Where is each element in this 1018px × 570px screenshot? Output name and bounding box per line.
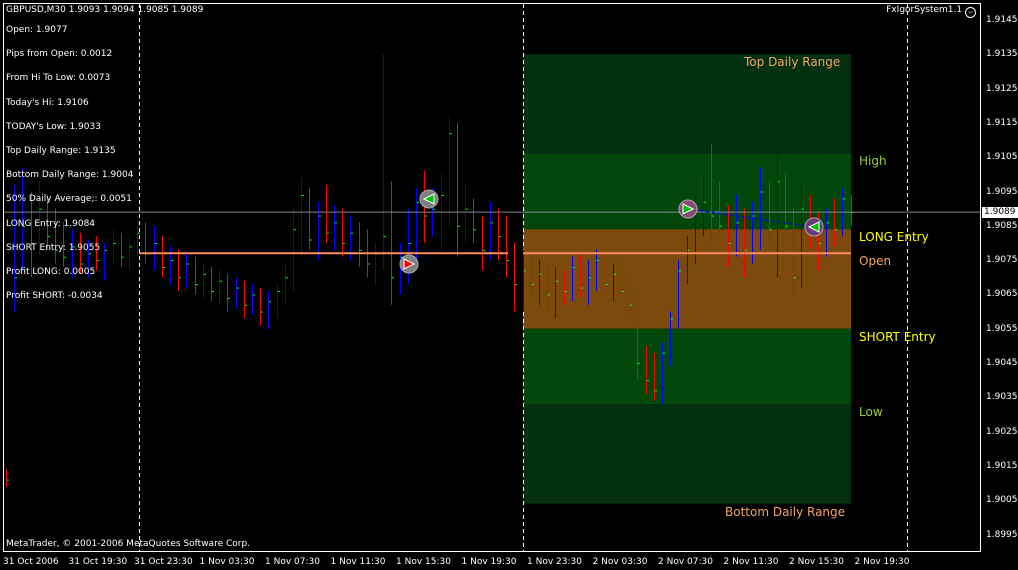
time-tick: 1 Nov 03:30	[199, 557, 255, 567]
time-tick: 31 Oct 2006	[3, 557, 59, 567]
right-arrow-signal-icon[interactable]	[678, 199, 698, 219]
time-tick: 2 Nov 07:30	[658, 557, 713, 567]
indicator-name: FxIgorSystem1.1 ⌣	[886, 5, 976, 18]
price-tick: 1.9115	[986, 117, 1018, 128]
price-tick: 1.9085	[986, 220, 1018, 231]
price-tick: 1.9025	[986, 426, 1018, 437]
zone-label-high: High	[859, 154, 887, 168]
info-line: Pips from Open: 0.0012	[6, 49, 113, 60]
smiley-icon: ⌣	[965, 7, 976, 18]
time-tick: 2 Nov 15:30	[789, 557, 844, 567]
info-line: Top Daily Range: 1.9135	[6, 146, 116, 156]
right-arrow-signal-icon[interactable]	[399, 254, 419, 274]
price-tick: 1.9135	[986, 49, 1018, 60]
zone-label-bottom: Bottom Daily Range	[725, 505, 846, 519]
price-tick: 1.9145	[986, 15, 1018, 25]
time-tick: 31 Oct 19:30	[68, 557, 128, 567]
zone-label-top: Top Daily Range	[744, 55, 841, 69]
price-tick: 1.9105	[986, 152, 1018, 163]
time-tick: 1 Nov 19:30	[461, 557, 517, 567]
zone-bottom	[523, 404, 851, 504]
price-tick: 1.9015	[986, 460, 1018, 471]
info-line: Profit LONG: 0.0005	[6, 267, 96, 277]
zone-label-long: LONG Entry	[859, 230, 929, 244]
info-line: Bottom Daily Range: 1.9004	[6, 170, 134, 181]
price-tick: 1.9065	[986, 289, 1018, 300]
price-tick: 1.9035	[986, 392, 1018, 403]
time-tick: 2 Nov 11:30	[723, 557, 779, 567]
info-line: Open: 1.9077	[6, 25, 68, 35]
zone-label-short: SHORT Entry	[859, 330, 936, 344]
zone-label-low: Low	[859, 405, 883, 419]
time-tick: 1 Nov 07:30	[265, 557, 320, 567]
price-tick: 1.9005	[986, 495, 1018, 506]
info-line: Profit SHORT: -0.0034	[6, 291, 103, 302]
info-line: LONG Entry: 1.9084	[6, 218, 96, 229]
copyright-text: MetaTrader, © 2001-2006 MetaQuotes Softw…	[6, 539, 251, 549]
left-arrow-signal-icon[interactable]	[419, 189, 439, 209]
time-tick: 1 Nov 15:30	[396, 557, 451, 567]
info-line: TODAY's Low: 1.9033	[6, 121, 101, 132]
price-tick: 1.9045	[986, 358, 1018, 368]
zone-label-open: Open	[859, 254, 892, 268]
price-tick: 1.9095	[986, 186, 1018, 197]
time-tick: 1 Nov 11:30	[330, 557, 386, 567]
indicator-label: FxIgorSystem1.1	[886, 5, 963, 15]
price-tick: 1.8995	[986, 529, 1018, 540]
price-chart[interactable]	[0, 0, 1018, 570]
time-tick: 31 Oct 23:30	[134, 557, 193, 567]
price-tick: 1.9055	[986, 323, 1018, 334]
price-tick: 1.9125	[986, 83, 1018, 94]
time-tick: 2 Nov 19:30	[854, 557, 910, 567]
info-line: Today's Hi: 1.9106	[6, 97, 89, 108]
time-tick: 1 Nov 23:30	[527, 557, 582, 567]
time-tick: 2 Nov 03:30	[592, 557, 648, 567]
zone-low	[523, 328, 851, 405]
info-line: SHORT Entry: 1.9055	[6, 242, 101, 253]
price-tick: 1.9075	[986, 255, 1018, 266]
symbol-header: GBPUSD,M30 1.9093 1.9094 1.9085 1.9089	[6, 5, 204, 15]
zone-top	[523, 54, 851, 154]
current-price-label: 1.9089	[982, 207, 1018, 218]
info-line: 50% Daily Average;: 0.0051	[6, 194, 132, 205]
left-arrow-signal-icon[interactable]	[804, 217, 824, 237]
info-line: From Hi To Low: 0.0073	[6, 73, 111, 84]
